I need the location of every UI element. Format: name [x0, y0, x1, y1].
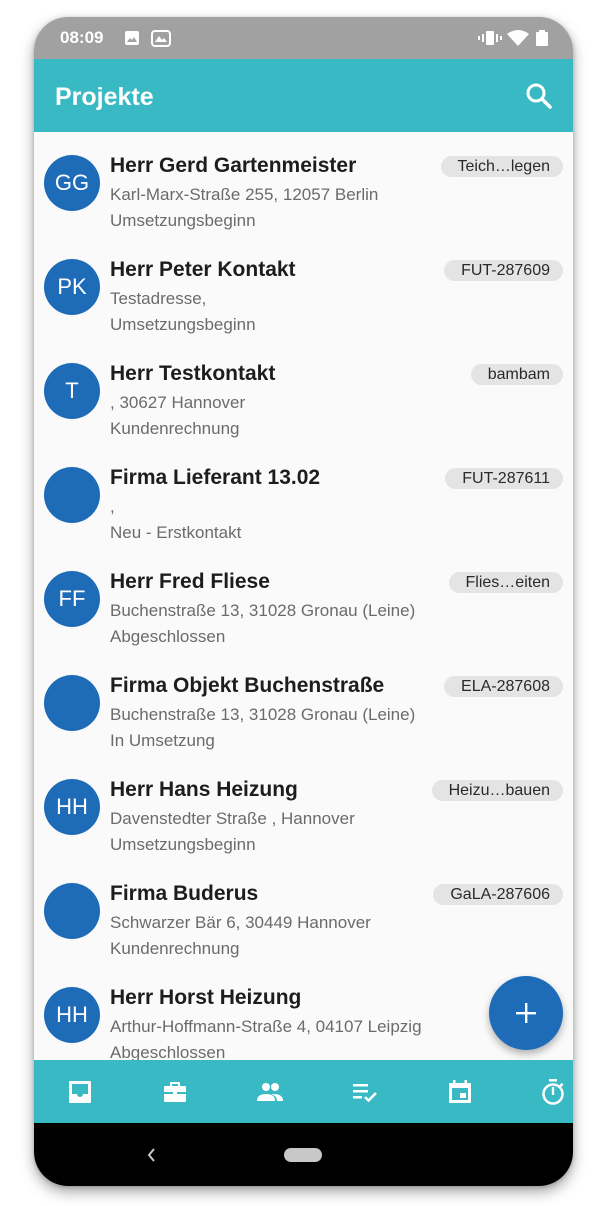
project-status: Kundenrechnung	[110, 419, 240, 438]
project-status: Umsetzungsbeginn	[110, 315, 256, 334]
project-list-item[interactable]: Firma Lieferant 13.02 , Neu - Erstkontak…	[34, 444, 573, 548]
project-list-item[interactable]: Firma Buderus Schwarzer Bär 6, 30449 Han…	[34, 860, 573, 964]
avatar: T	[44, 363, 100, 419]
project-status: In Umsetzung	[110, 731, 215, 750]
status-time: 08:09	[60, 28, 104, 47]
avatar: PK	[44, 259, 100, 315]
project-address: Davenstedter Straße , Hannover	[110, 809, 355, 828]
home-button[interactable]	[284, 1148, 322, 1162]
project-list-item[interactable]: PK Herr Peter Kontakt Testadresse, Umset…	[34, 236, 573, 340]
page-title: Projekte	[55, 83, 154, 111]
avatar: HH	[44, 779, 100, 835]
avatar: HH	[44, 987, 100, 1043]
project-address: , 30627 Hannover	[110, 393, 246, 412]
avatar: GG	[44, 155, 100, 211]
back-icon[interactable]	[144, 1145, 158, 1165]
app-bar: Projekte	[34, 59, 573, 132]
project-list-item[interactable]: Firma Objekt Buchenstraße Buchenstraße 1…	[34, 652, 573, 756]
battery-icon	[536, 30, 548, 46]
project-list-item[interactable]: T Herr Testkontakt , 30627 Hannover Kund…	[34, 340, 573, 444]
project-status: Kundenrechnung	[110, 939, 240, 958]
project-badge: FUT-287611	[445, 468, 563, 489]
project-list-item[interactable]: GG Herr Gerd Gartenmeister Karl-Marx-Str…	[34, 132, 573, 236]
gallery-notification-icon	[151, 30, 171, 47]
avatar: FF	[44, 571, 100, 627]
project-contact-name: Herr Hans Heizung	[110, 778, 298, 801]
timer-icon[interactable]	[539, 1078, 567, 1106]
project-address: Arthur-Hoffmann-Straße 4, 04107 Leipzig	[110, 1017, 422, 1036]
project-list: GG Herr Gerd Gartenmeister Karl-Marx-Str…	[34, 132, 573, 1060]
project-address: Schwarzer Bär 6, 30449 Hannover	[110, 913, 371, 932]
project-list-item[interactable]: FF Herr Fred Fliese Buchenstraße 13, 310…	[34, 548, 573, 652]
project-status: Abgeschlossen	[110, 1043, 226, 1060]
inbox-icon[interactable]	[66, 1078, 94, 1106]
project-contact-name: Herr Horst Heizung	[110, 986, 302, 1009]
project-badge: Teich…legen	[440, 156, 563, 177]
project-badge: ELA-287608	[444, 676, 563, 697]
project-list-item[interactable]: HH Herr Hans Heizung Davenstedter Straße…	[34, 756, 573, 860]
project-address: Testadresse,	[110, 289, 207, 308]
project-address: Buchenstraße 13, 31028 Gronau (Leine)	[110, 601, 416, 620]
project-status: Umsetzungsbeginn	[110, 835, 256, 854]
project-status: Abgeschlossen	[110, 627, 226, 646]
avatar	[44, 883, 100, 939]
project-contact-name: Firma Objekt Buchenstraße	[110, 674, 385, 697]
project-badge: Heizu…bauen	[431, 780, 563, 801]
project-contact-name: Herr Fred Fliese	[110, 570, 270, 593]
people-icon[interactable]	[256, 1078, 284, 1106]
project-contact-name: Herr Testkontakt	[110, 362, 276, 385]
avatar	[44, 467, 100, 523]
project-badge: Flies…eiten	[448, 572, 563, 593]
project-contact-name: Herr Gerd Gartenmeister	[110, 154, 357, 177]
project-contact-name: Herr Peter Kontakt	[110, 258, 296, 281]
image-notification-icon	[125, 31, 139, 45]
briefcase-icon[interactable]	[161, 1078, 189, 1106]
project-badge: GaLA-287606	[433, 884, 563, 905]
project-address: Buchenstraße 13, 31028 Gronau (Leine)	[110, 705, 416, 724]
project-contact-name: Firma Lieferant 13.02	[110, 466, 321, 489]
project-status: Umsetzungsbeginn	[110, 211, 256, 230]
checklist-icon[interactable]	[351, 1078, 379, 1106]
wifi-icon	[507, 30, 529, 46]
project-badge: bambam	[470, 364, 563, 385]
system-navigation-bar	[34, 1123, 573, 1186]
project-address: Karl-Marx-Straße 255, 12057 Berlin	[110, 185, 379, 204]
avatar	[44, 675, 100, 731]
phone-screen: 08:09 Projekte GG Herr Gerd Gartenmeiste…	[34, 17, 573, 1186]
plus-icon	[516, 1003, 536, 1023]
status-bar: 08:09	[34, 17, 573, 59]
calendar-icon[interactable]	[446, 1078, 474, 1106]
project-badge: FUT-287609	[444, 260, 563, 281]
project-status: Neu - Erstkontakt	[110, 523, 242, 542]
project-address: ,	[110, 497, 115, 516]
vibrate-icon	[478, 31, 502, 45]
search-icon[interactable]	[524, 81, 554, 111]
project-contact-name: Firma Buderus	[110, 882, 259, 905]
add-project-button[interactable]	[489, 976, 563, 1050]
bottom-navigation	[34, 1060, 573, 1123]
